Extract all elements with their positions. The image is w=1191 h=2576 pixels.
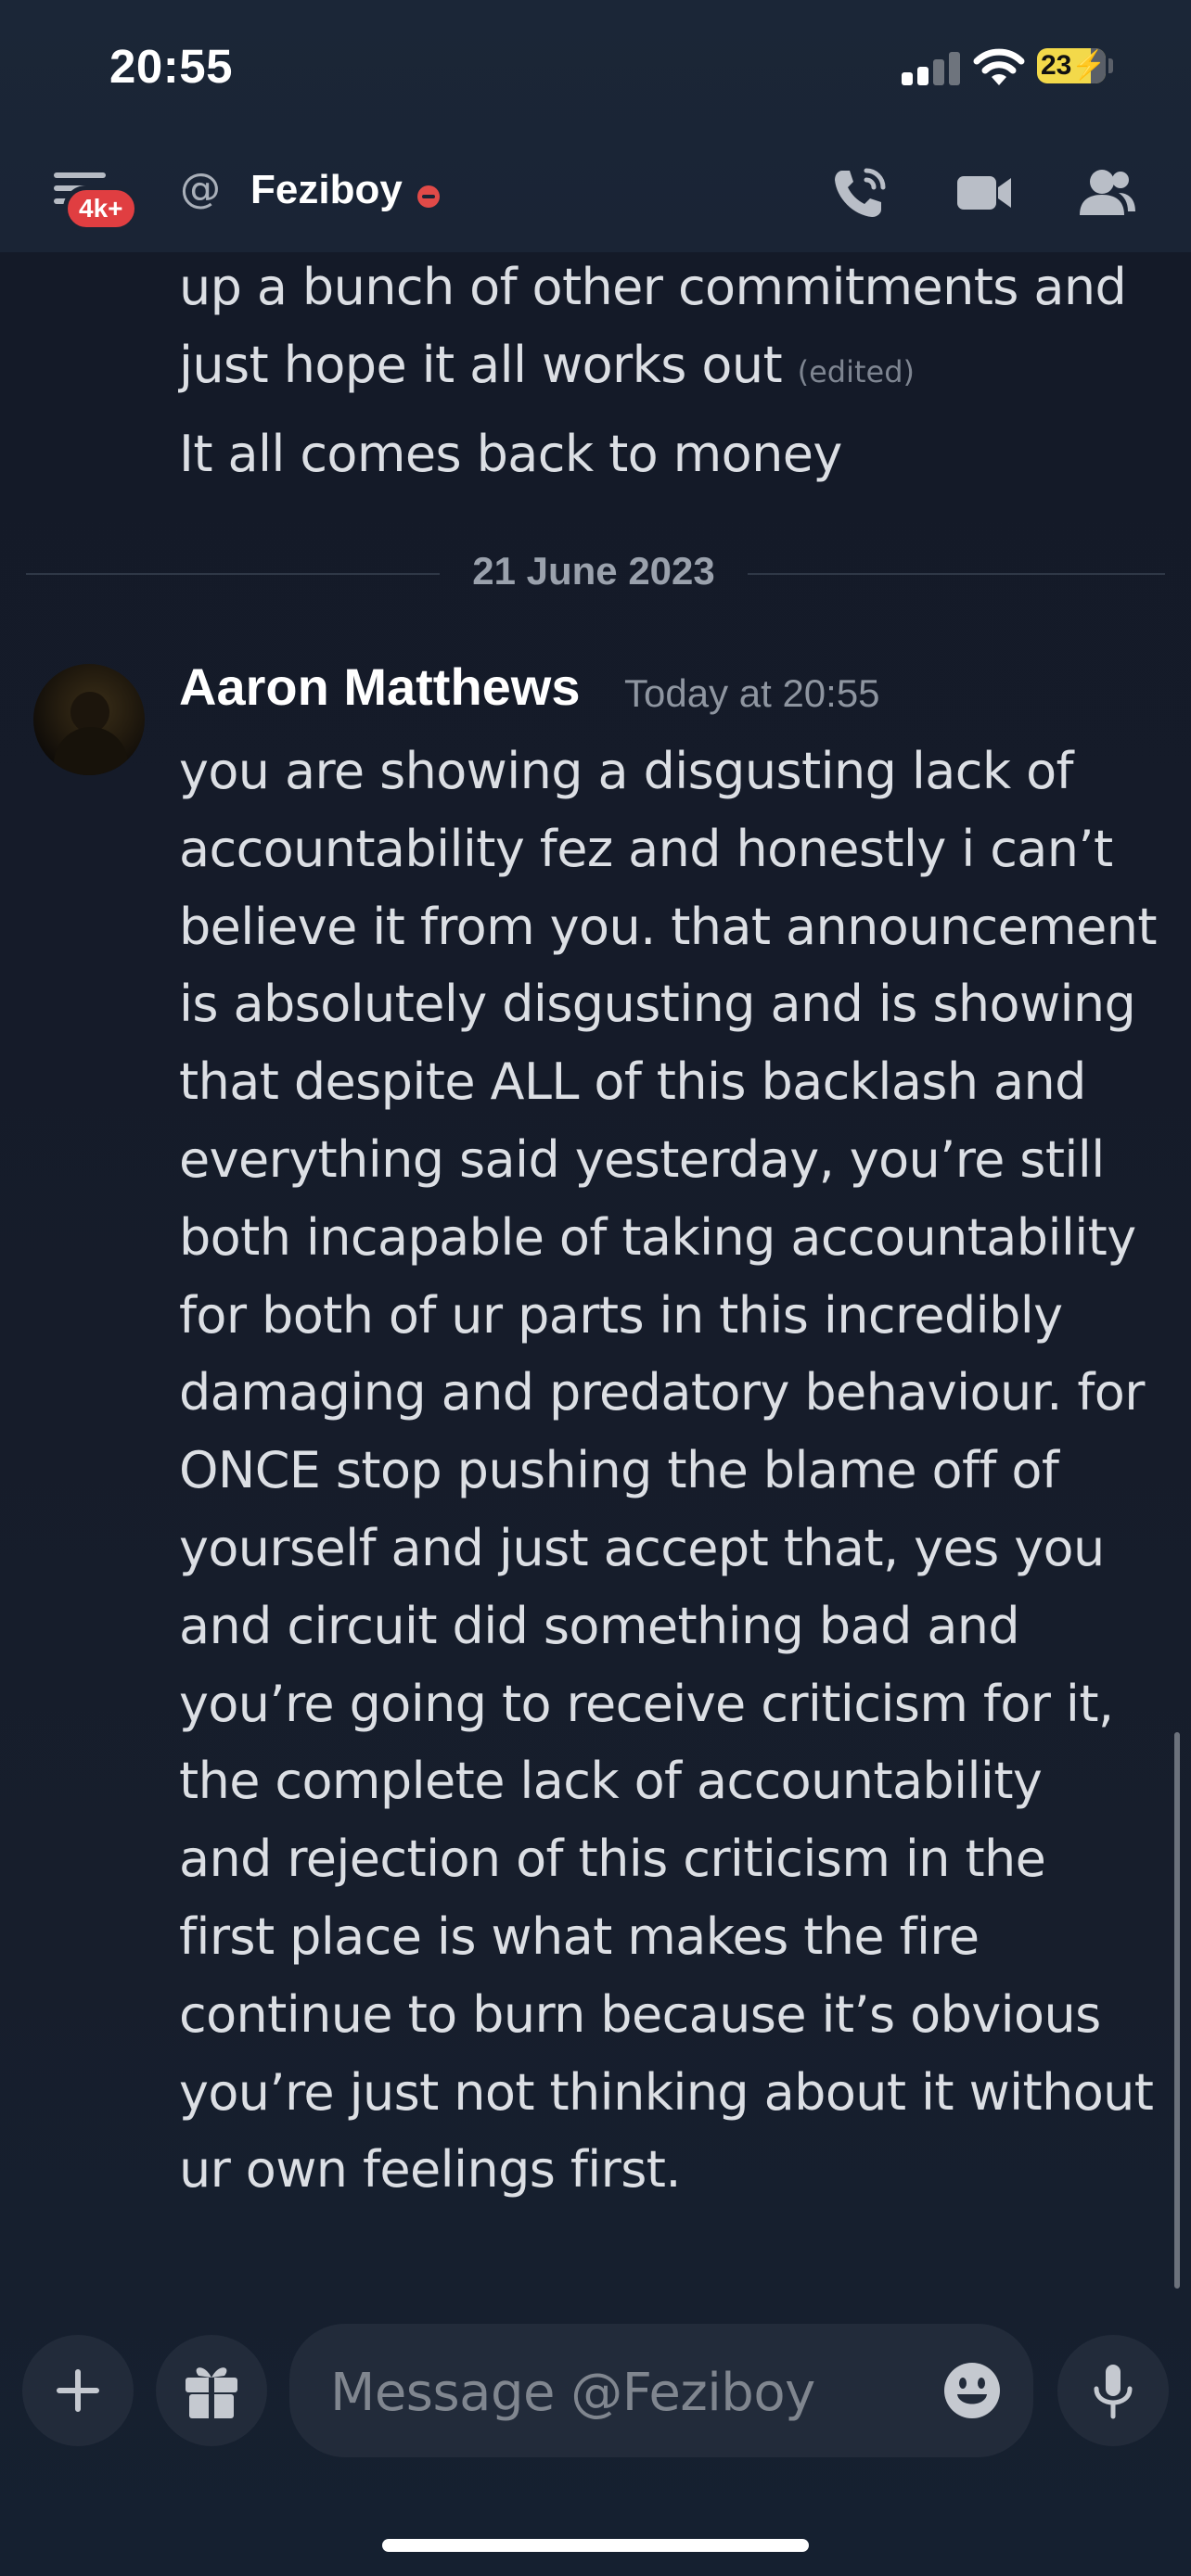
message-line: ur own feelings first.	[179, 2140, 682, 2200]
attach-button[interactable]	[22, 2335, 134, 2446]
channel-header: 20:55 23⚡ 4k+ @ Feziboy	[0, 0, 1191, 252]
divider-line-left	[26, 573, 440, 575]
message-line: It all comes back to money	[179, 425, 842, 483]
message-line: first place is what makes the fire	[179, 1906, 980, 1966]
message-line: just hope it all works out (edited)	[179, 326, 915, 411]
notification-badge: 4k+	[63, 185, 139, 232]
message-body: you are showing a disgusting lack of acc…	[179, 733, 1181, 2209]
message-line: accountability fez and honestly i can’t	[179, 819, 1113, 878]
microphone-icon	[1094, 2365, 1133, 2419]
signal-icon	[902, 52, 961, 85]
battery-level: 23	[1041, 50, 1072, 81]
message-line: and rejection of this criticism in the	[179, 1830, 1046, 1889]
message-input[interactable]: Message @Feziboy	[289, 2324, 1033, 2457]
message-line: and circuit did something bad and	[179, 1596, 1020, 1655]
message-input-placeholder: Message @Feziboy	[330, 2363, 815, 2423]
message-timestamp: Today at 20:55	[624, 671, 880, 715]
status-time: 20:55	[109, 40, 233, 93]
voice-message-button[interactable]	[1057, 2335, 1169, 2446]
gift-icon	[186, 2367, 237, 2418]
video-icon[interactable]	[954, 163, 1018, 223]
wifi-icon	[973, 48, 1025, 85]
message-line: both incapable of taking accountability	[179, 1207, 1136, 1267]
avatar[interactable]	[33, 664, 145, 775]
message-line: damaging and predatory behaviour. for	[179, 1363, 1145, 1422]
battery-nub	[1108, 58, 1113, 73]
message-line: you’re just not thinking about it withou…	[179, 2062, 1154, 2122]
call-icon[interactable]	[829, 163, 894, 223]
channel-name[interactable]: Feziboy	[250, 167, 403, 213]
home-indicator[interactable]	[382, 2539, 809, 2552]
message-line: that despite ALL of this backlash and	[179, 1052, 1086, 1112]
message-line: is absolutely disgusting and is showing	[179, 975, 1136, 1034]
message-line: believe it from you. that announcement	[179, 897, 1158, 956]
battery-icon: 23⚡	[1037, 48, 1106, 83]
plus-icon	[57, 2369, 99, 2412]
message-line-text: just hope it all works out	[179, 336, 783, 394]
divider-line-right	[748, 573, 1165, 575]
edited-label: (edited)	[797, 354, 916, 389]
message-author[interactable]: Aaron Matthews	[179, 657, 581, 717]
message-line: yourself and just accept that, yes you	[179, 1518, 1105, 1577]
message-line: you’re going to receive criticism for it…	[179, 1674, 1114, 1733]
message-line: ONCE stop pushing the blame off of	[179, 1441, 1059, 1500]
dnd-status-icon	[417, 185, 440, 208]
message-line: you are showing a disgusting lack of	[179, 742, 1074, 800]
message-line: up a bunch of other commitments and	[179, 258, 1127, 316]
at-icon: @	[180, 165, 221, 212]
message-line: the complete lack of accountability	[179, 1752, 1043, 1811]
message-line: continue to burn because it’s obvious	[179, 1984, 1101, 2044]
emoji-icon[interactable]	[942, 2361, 1002, 2420]
message-line: everything said yesterday, you’re still	[179, 1129, 1105, 1189]
date-divider: 21 June 2023	[472, 549, 715, 593]
members-icon[interactable]	[1074, 163, 1139, 223]
scrollbar[interactable]	[1174, 1732, 1180, 2289]
gift-button[interactable]	[156, 2335, 267, 2446]
message-line: for both of ur parts in this incredibly	[179, 1285, 1063, 1345]
